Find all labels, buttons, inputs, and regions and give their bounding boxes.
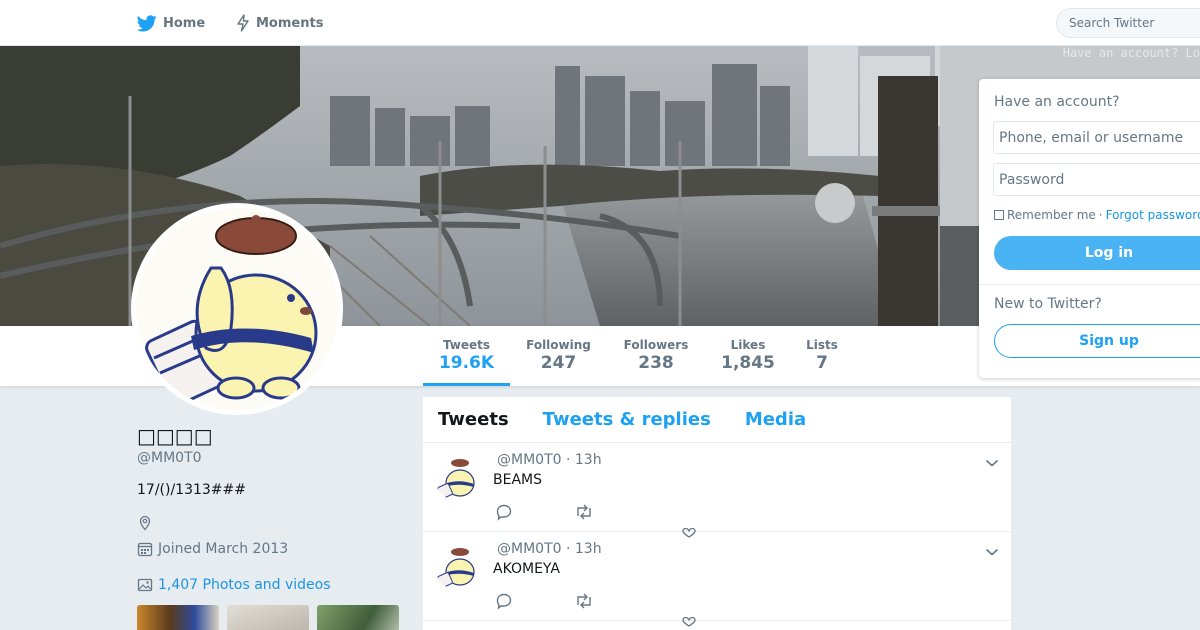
nav-moments[interactable]: Moments [236,0,323,46]
remember-separator: · [1098,208,1103,222]
tweet-avatar[interactable] [435,544,481,590]
stat-tweets[interactable]: Tweets 19.6K [423,326,510,386]
nav-home[interactable]: Home [137,0,205,46]
location-icon [137,515,153,535]
nav-moments-label: Moments [256,15,324,31]
retweet-icon[interactable] [574,592,594,614]
stat-followers-label: Followers [623,338,689,352]
reply-icon[interactable] [495,592,513,614]
tweet-avatar[interactable] [435,455,481,501]
remember-me-label[interactable]: Remember me [1007,208,1096,222]
header-overlay-text: Have an account? Lo [1062,46,1200,60]
stat-following-label: Following [526,338,591,352]
media-thumbnail[interactable] [137,605,219,630]
nav-home-label: Home [163,15,206,31]
stat-following[interactable]: Following 247 [520,326,597,386]
password-input[interactable] [993,163,1200,196]
media-thumbnail[interactable] [317,605,399,630]
calendar-icon [137,542,153,557]
retweet-icon[interactable] [574,503,594,525]
tab-tweets-and-replies[interactable]: Tweets & replies [543,409,711,430]
reply-icon[interactable] [495,503,513,525]
tab-media[interactable]: Media [745,409,806,430]
tweet[interactable]: @MM0T0 · 13h AKOMEYA [423,532,1011,627]
tweet[interactable]: @MM0T0 · 13h BEAMS [423,443,1011,538]
stat-lists-value: 7 [816,353,828,373]
login-card: Have an account? Remember me · Forgot pa… [979,79,1200,378]
profile-joined-text: Joined March 2013 [158,541,289,557]
twitter-bird-icon [137,14,157,31]
stat-lists[interactable]: Lists 7 [801,326,843,386]
profile-joined: Joined March 2013 [137,541,288,557]
timeline: Tweets Tweets & replies Media @MM0T0 · 1… [423,397,1011,630]
profile-bio: 17/()/1313### [137,482,246,498]
photos-and-videos-link[interactable]: 1,407 Photos and videos [137,577,331,593]
remember-me-checkbox[interactable] [994,210,1004,220]
remember-me-row: Remember me · Forgot password? [994,208,1200,222]
tweet-text: AKOMEYA [493,561,560,577]
chevron-down-icon[interactable] [985,453,999,472]
profile-avatar[interactable] [131,203,343,415]
search-input[interactable]: Search Twitter [1056,8,1200,38]
tweet-meta[interactable]: @MM0T0 · 13h [497,452,602,468]
tweet-text: BEAMS [493,472,542,488]
stat-following-value: 247 [540,353,577,373]
top-navigation-bar: Home Moments Search Twitter [0,0,1200,46]
media-thumbnails [137,605,399,630]
tweet-meta[interactable]: @MM0T0 · 13h [497,541,602,557]
stat-likes-label: Likes [730,338,766,352]
stat-lists-label: Lists [806,338,838,352]
lightning-icon [237,14,249,32]
stat-likes[interactable]: Likes 1,845 [714,326,782,386]
heart-icon[interactable] [681,612,697,630]
have-account-heading: Have an account? [994,94,1120,110]
signup-button[interactable]: Sign up [994,324,1200,358]
stat-followers[interactable]: Followers 238 [617,326,695,386]
tab-tweets[interactable]: Tweets [438,409,509,430]
forgot-password-link[interactable]: Forgot password? [1106,208,1200,222]
username-input[interactable] [993,121,1200,154]
new-to-twitter-heading: New to Twitter? [994,296,1102,312]
stat-followers-value: 238 [638,353,674,373]
stat-likes-value: 1,845 [721,353,775,373]
stat-tweets-value: 19.6K [438,353,495,373]
media-thumbnail[interactable] [227,605,309,630]
timeline-tabs: Tweets Tweets & replies Media [423,397,1011,443]
chevron-down-icon[interactable] [985,542,999,561]
photos-and-videos-label: 1,407 Photos and videos [158,577,331,593]
stat-tweets-label: Tweets [442,338,491,352]
image-icon [137,578,153,592]
profile-handle[interactable]: @MM0T0 [137,450,202,466]
profile-display-name: □□□□ [137,424,213,448]
login-divider [979,284,1200,285]
login-button[interactable]: Log in [994,236,1200,270]
